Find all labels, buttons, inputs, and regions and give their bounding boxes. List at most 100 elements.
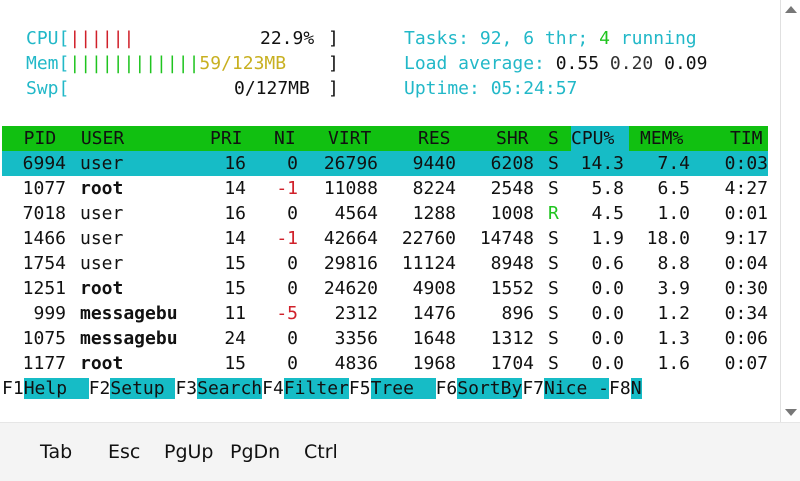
fkey-f8-key[interactable]: F8 [609, 378, 631, 399]
cell-ni: 0 [287, 353, 298, 374]
cell-time: 0:01 [724, 203, 768, 224]
cell-cpu: 14.3 [580, 153, 624, 174]
cell-mem: 1.6 [657, 353, 690, 374]
process-row[interactable]: 1077 root 14 -1 11088 8224 2548 S 5.8 6.5 4:27 [0, 176, 770, 201]
cell-ni: 0 [287, 328, 298, 349]
uptime: Uptime: 05:24:57 [404, 76, 577, 101]
load-average: Load average: 0.55 0.20 0.09 [404, 51, 707, 76]
key-pgdn[interactable]: PgDn [230, 439, 280, 465]
fkey-f7-label[interactable]: Nice - [544, 378, 610, 399]
cell-time: 0:06 [724, 328, 768, 349]
col-pri[interactable]: PRI [210, 126, 243, 151]
load-1min: 0.55 [555, 53, 600, 74]
load-5min: 0.20 [609, 53, 654, 74]
col-pid[interactable]: PID [2, 126, 57, 151]
cell-mem: 3.9 [657, 278, 690, 299]
cell-pri: 15 [224, 353, 246, 374]
cell-shr: 1552 [490, 278, 534, 299]
cell-time: 4:27 [724, 178, 768, 199]
process-table-header[interactable]: PID USER PRI NI VIRT RES SHR S CPU% MEM%… [2, 126, 768, 151]
fkey-f7-key[interactable]: F7 [522, 378, 544, 399]
cell-s: S [548, 253, 559, 274]
cell-virt: 2312 [334, 303, 378, 324]
swp-close: ] [328, 78, 339, 99]
cell-cpu: 0.0 [591, 353, 624, 374]
fkey-f4-key[interactable]: F4 [262, 378, 284, 399]
cell-time: 0:03 [724, 153, 768, 174]
cell-mem: 8.8 [657, 253, 690, 274]
tasks-label: Tasks: [404, 28, 480, 49]
cell-mem: 1.0 [657, 203, 690, 224]
process-row[interactable]: 1075 messagebu 24 0 3356 1648 1312 S 0.0 1.3 0:06 [0, 326, 770, 351]
key-tab[interactable]: Tab [40, 439, 72, 465]
fkey-f4-label[interactable]: Filter [283, 378, 349, 399]
col-ni[interactable]: NI [274, 126, 296, 151]
mem-close: ] [328, 53, 339, 74]
fkey-f3-key[interactable]: F3 [175, 378, 197, 399]
key-ctrl[interactable]: Ctrl [304, 439, 338, 465]
fkey-f6-label[interactable]: SortBy [457, 378, 523, 399]
cell-time: 0:07 [724, 353, 768, 374]
key-esc[interactable]: Esc [108, 439, 140, 465]
cell-pid: 1077 [22, 178, 66, 199]
key-pgup[interactable]: PgUp [164, 439, 214, 465]
col-res[interactable]: RES [418, 126, 451, 151]
process-row[interactable]: 1754 user 15 0 29816 11124 8948 S 0.6 8.8 0:04 [0, 251, 770, 276]
mem-bar: |||||||||||| [69, 53, 200, 74]
cell-res: 4908 [412, 278, 456, 299]
load-15min: 0.09 [664, 53, 708, 74]
cell-user: user [80, 253, 124, 274]
cell-cpu: 0.0 [591, 303, 624, 324]
process-row[interactable]: 999 messagebu 11 -5 2312 1476 896 S 0.0 1.2 0:34 [0, 301, 770, 326]
cell-ni: -1 [276, 178, 298, 199]
cell-mem: 18.0 [646, 228, 690, 249]
cell-time: 0:34 [724, 303, 768, 324]
fkey-f1-label[interactable]: Help [23, 378, 89, 399]
scroll-down-arrow-icon[interactable] [785, 409, 797, 416]
cell-pri: 14 [224, 178, 246, 199]
fkey-f3-label[interactable]: Search [197, 378, 263, 399]
cell-ni: 0 [287, 278, 298, 299]
cell-virt: 3356 [334, 328, 378, 349]
process-row[interactable]: 1251 root 15 0 24620 4908 1552 S 0.0 3.9 0:30 [0, 276, 770, 301]
cell-s: S [548, 328, 559, 349]
fkey-f1-key[interactable]: F1 [2, 378, 24, 399]
scroll-up-arrow-icon[interactable] [785, 6, 797, 13]
col-state[interactable]: S [548, 126, 559, 151]
cell-pri: 15 [224, 278, 246, 299]
cell-res: 1968 [412, 353, 456, 374]
fkey-f2-label[interactable]: Setup [110, 378, 176, 399]
fkey-f2-key[interactable]: F2 [89, 378, 111, 399]
col-cpu[interactable]: CPU% [571, 126, 629, 151]
scrollbar[interactable] [780, 0, 800, 422]
fkey-f8-label[interactable]: N [630, 378, 642, 399]
terminal-screen[interactable]: CPU[|||||| 22.9%] Mem[||||||||||||59/123M… [0, 0, 780, 422]
col-shr[interactable]: SHR [496, 126, 529, 151]
cell-shr: 8948 [490, 253, 534, 274]
cell-virt: 24620 [323, 278, 378, 299]
process-row[interactable]: 1466 user 14 -1 42664 22760 14748 S 1.9 18.0 9:17 [0, 226, 770, 251]
process-row[interactable]: 7018 user 16 0 4564 1288 1008 R 4.5 1.0 0:01 [0, 201, 770, 226]
cell-pri: 14 [224, 228, 246, 249]
cell-s: S [548, 178, 559, 199]
cell-cpu: 4.5 [591, 203, 624, 224]
process-row[interactable]: 1177 root 15 0 4836 1968 1704 S 0.0 1.6 0:07 [0, 351, 770, 376]
col-user[interactable]: USER [70, 126, 124, 151]
cell-res: 1476 [412, 303, 456, 324]
col-virt[interactable]: VIRT [328, 126, 371, 151]
cell-mem: 6.5 [657, 178, 690, 199]
fkey-f5-key[interactable]: F5 [349, 378, 371, 399]
process-row[interactable]: 6994 user 16 0 26796 9440 6208 S 14.3 7.4 0:03 [0, 151, 770, 176]
col-time[interactable]: TIM [730, 126, 763, 151]
cpu-bar: |||||| [69, 28, 135, 49]
swp-meter: Swp[0/127MB] [26, 76, 339, 101]
fkey-f6-key[interactable]: F6 [436, 378, 458, 399]
cell-ni: 0 [287, 253, 298, 274]
col-mem[interactable]: MEM% [640, 126, 683, 151]
cell-virt: 26796 [323, 153, 378, 174]
tasks-summary: Tasks: 92, 6 thr; 4 running [404, 26, 697, 51]
fkey-f5-label[interactable]: Tree [370, 378, 436, 399]
cell-res: 1648 [412, 328, 456, 349]
cpu-value: 22.9% [260, 28, 315, 49]
cpu-close: ] [328, 28, 339, 49]
